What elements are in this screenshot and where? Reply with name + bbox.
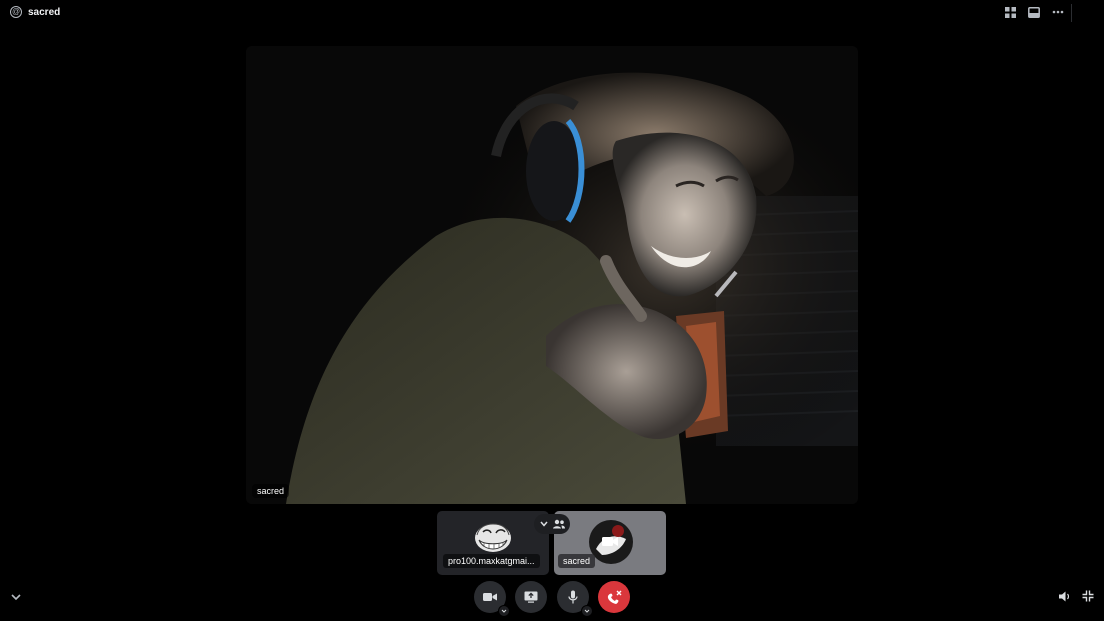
- call-controls: [0, 580, 1104, 617]
- participant-tile[interactable]: sacred: [554, 511, 666, 575]
- main-video-stream[interactable]: sacred: [246, 46, 858, 504]
- camera-options-button[interactable]: [498, 605, 510, 617]
- microphone-icon: [568, 590, 578, 604]
- participant-name: pro100.maxkatgmai...: [443, 554, 540, 568]
- video-frame-image: [246, 46, 858, 504]
- microphone-button[interactable]: [557, 581, 593, 617]
- header-divider: [1071, 4, 1072, 22]
- leave-call-button[interactable]: [598, 581, 630, 613]
- more-icon[interactable]: [1052, 5, 1064, 19]
- exit-fullscreen-icon[interactable]: [1082, 590, 1094, 602]
- call-window: @ sacred sacred pro100.maxkatgmai... sac…: [0, 0, 1104, 621]
- people-icon: [552, 519, 565, 529]
- at-icon: @: [10, 6, 22, 18]
- header-actions: [1004, 5, 1064, 19]
- chevron-down-icon[interactable]: [10, 593, 22, 601]
- troll-face-avatar: [475, 523, 511, 552]
- channel-title: @ sacred: [10, 6, 60, 18]
- volume-icon[interactable]: [1058, 590, 1071, 603]
- leave-call-icon: [607, 590, 622, 604]
- participants-toggle[interactable]: [534, 514, 570, 534]
- camera-icon: [483, 593, 497, 601]
- chevron-down-icon: [539, 521, 548, 527]
- grid-icon[interactable]: [1004, 5, 1016, 19]
- stream-owner-label: sacred: [252, 484, 290, 498]
- microphone-options-button[interactable]: [581, 605, 593, 617]
- call-header: @ sacred: [0, 0, 1104, 26]
- participant-tile[interactable]: pro100.maxkatgmai...: [437, 511, 549, 575]
- participant-name: sacred: [558, 554, 596, 568]
- screen-share-icon: [524, 591, 538, 603]
- camera-button[interactable]: [474, 581, 510, 617]
- channel-name: sacred: [28, 6, 61, 18]
- camera-off-icon: [602, 537, 618, 546]
- inbox-icon[interactable]: [1028, 5, 1040, 19]
- screen-share-button[interactable]: [515, 581, 547, 613]
